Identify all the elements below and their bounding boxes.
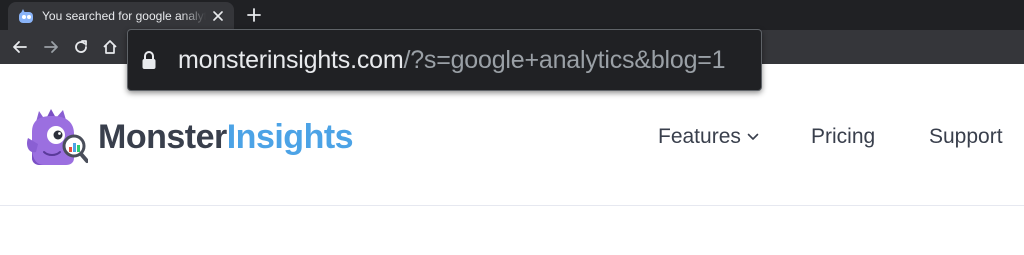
browser-tab[interactable]: You searched for google analytics bbox=[8, 2, 234, 30]
lock-icon[interactable] bbox=[140, 49, 158, 71]
nav-features-label: Features bbox=[658, 125, 741, 148]
reload-button[interactable] bbox=[71, 37, 91, 57]
logo-text-insights: Insights bbox=[226, 117, 354, 156]
back-button[interactable] bbox=[10, 37, 30, 57]
monster-mascot-icon bbox=[26, 109, 88, 165]
url-path: /?s=google+analytics&blog=1 bbox=[403, 45, 726, 74]
arrow-left-icon bbox=[13, 41, 27, 53]
site-logo[interactable]: MonsterInsights bbox=[26, 108, 386, 166]
url-domain: monsterinsights.com bbox=[178, 45, 404, 74]
reload-icon bbox=[75, 40, 87, 53]
new-tab-button[interactable] bbox=[244, 5, 264, 25]
home-button[interactable] bbox=[100, 37, 120, 57]
close-icon[interactable] bbox=[210, 8, 226, 24]
nav-pricing-label: Pricing bbox=[811, 125, 876, 148]
forward-button[interactable] bbox=[41, 37, 61, 57]
plus-icon bbox=[247, 8, 261, 22]
home-icon bbox=[103, 40, 117, 54]
browser-tabstrip: You searched for google analytics bbox=[0, 0, 1024, 30]
nav-support-label: Support bbox=[929, 125, 1003, 148]
arrow-right-icon bbox=[44, 41, 58, 53]
tab-title: You searched for google analytics bbox=[42, 9, 206, 23]
url-text: monsterinsights.com/?s=google+analytics&… bbox=[178, 45, 726, 75]
nav-pricing[interactable]: Pricing bbox=[811, 122, 875, 152]
address-bar[interactable]: monsterinsights.com/?s=google+analytics&… bbox=[127, 29, 762, 91]
nav-features[interactable]: Features bbox=[658, 122, 759, 152]
favicon-icon bbox=[18, 8, 34, 24]
logo-text-monster: Monster bbox=[98, 117, 227, 156]
logo-wordmark: MonsterInsights bbox=[98, 117, 354, 157]
page-content bbox=[0, 207, 1024, 255]
nav-support[interactable]: Support bbox=[929, 122, 1003, 152]
chevron-down-icon bbox=[747, 131, 759, 143]
